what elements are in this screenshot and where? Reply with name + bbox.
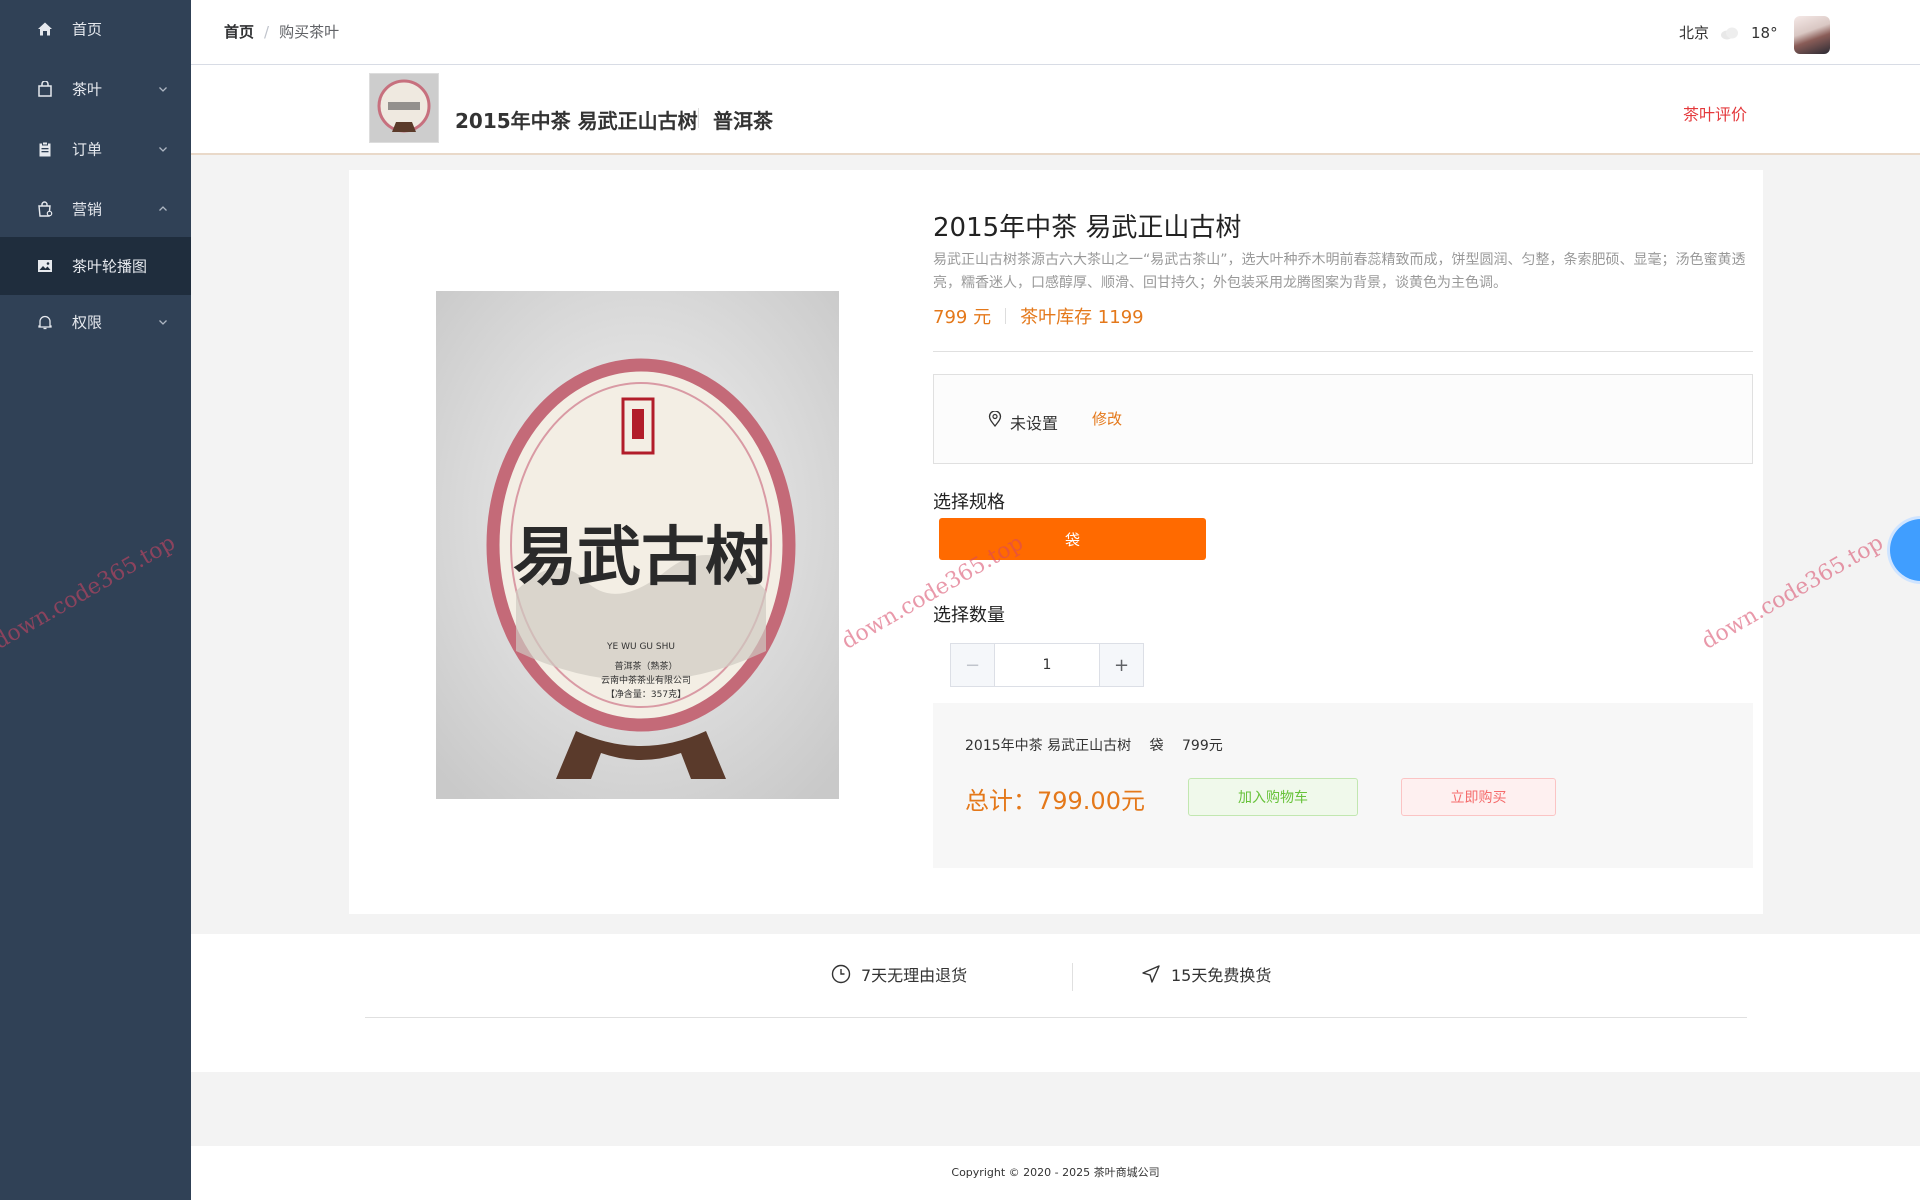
footer: Copyright © 2020 - 2025 茶叶商城公司: [191, 1146, 1920, 1200]
spec-option-bag[interactable]: 袋: [939, 518, 1206, 560]
service-guarantees: 7天无理由退货 15天免费换货: [191, 934, 1920, 1072]
avatar[interactable]: [1794, 16, 1830, 54]
breadcrumb-separator: /: [264, 22, 270, 41]
breadcrumb-current: 购买茶叶: [279, 23, 340, 41]
sidebar-item-marketing[interactable]: 营销: [0, 180, 191, 238]
service-exchange-label: 15天免费换货: [1171, 966, 1272, 985]
service-divider: [1072, 963, 1073, 991]
breadcrumb-home-link[interactable]: 首页: [224, 21, 254, 42]
clock-icon: [831, 964, 851, 984]
spec-label: 选择规格: [933, 492, 1005, 513]
price-divider: [1005, 308, 1007, 324]
order-summary: 2015年中茶 易武正山古树 袋 799元 总计：799.00元 加入购物车 立…: [933, 703, 1753, 868]
chevron-down-icon: [158, 84, 168, 94]
address-box: 未设置 修改: [933, 374, 1753, 464]
top-navbar: 首页 / 购买茶叶 北京 18°: [191, 0, 1920, 65]
weather-temperature: 18°: [1751, 23, 1778, 42]
service-exchange: 15天免费换货: [1141, 962, 1271, 986]
product-image: YE WU GU SHU 普洱茶（熟茶） 云南中茶茶业有限公司 【净含量：357…: [436, 291, 839, 799]
summary-product-name: 2015年中茶 易武正山古树: [965, 738, 1132, 754]
sidebar-item-label: 茶叶轮播图: [72, 257, 148, 276]
shopping-icon: [36, 200, 54, 218]
sidebar-item-label: 权限: [72, 313, 103, 332]
company-label: 云南中茶茶业有限公司: [601, 674, 691, 686]
header-divider: [698, 108, 699, 128]
net-weight-label: 【净含量：357克】: [606, 688, 686, 700]
sidebar: 首页 茶叶 订单 营销 茶叶轮播图 权限: [0, 0, 191, 1200]
edit-address-link[interactable]: 修改: [1092, 408, 1122, 429]
picture-icon: [36, 257, 54, 275]
summary-price: 799元: [1182, 738, 1223, 754]
price-row: 799 元 茶叶库存 1199: [933, 303, 1144, 329]
tea-review-link[interactable]: 茶叶评价: [1683, 101, 1747, 125]
product-stock: 茶叶库存 1199: [1020, 307, 1144, 328]
bell-icon: [36, 313, 54, 331]
sidebar-item-orders[interactable]: 订单: [0, 120, 191, 178]
service-return-label: 7天无理由退货: [861, 966, 968, 985]
tea-type-label: 普洱茶（熟茶）: [614, 660, 677, 672]
summary-line: 2015年中茶 易武正山古树 袋 799元: [965, 735, 1237, 755]
sidebar-item-permission[interactable]: 权限: [0, 293, 191, 351]
product-description: 易武正山古树茶源古六大茶山之一“易武古茶山”，选大叶种乔木明前春蕊精致而成，饼型…: [933, 252, 1746, 291]
product-price: 799 元: [933, 307, 992, 328]
product-thumbnail: [369, 73, 439, 143]
sidebar-item-tea[interactable]: 茶叶: [0, 60, 191, 118]
quantity-input[interactable]: 1: [995, 644, 1099, 686]
decrease-quantity-button[interactable]: −: [951, 644, 995, 686]
copyright-text: Copyright © 2020 - 2025 茶叶商城公司: [951, 1166, 1160, 1179]
address-text: 未设置: [1010, 414, 1059, 433]
chevron-down-icon: [158, 317, 168, 327]
sidebar-item-label: 订单: [72, 140, 103, 159]
quantity-label: 选择数量: [933, 605, 1005, 626]
summary-spec: 袋: [1149, 738, 1164, 754]
quantity-stepper: − 1 +: [950, 643, 1144, 687]
location-pin-icon: [988, 410, 1002, 428]
sidebar-item-label: 营销: [72, 200, 103, 219]
bag-icon: [36, 80, 54, 98]
clipboard-icon: [36, 140, 54, 158]
navigation-arrow-icon: [1141, 964, 1161, 984]
home-icon: [36, 20, 54, 38]
service-return: 7天无理由退货: [831, 962, 967, 986]
product-header: 2015年中茶 易武正山古树 普洱茶 茶叶评价: [191, 65, 1920, 155]
product-detail-card: YE WU GU SHU 普洱茶（熟茶） 云南中茶茶业有限公司 【净含量：357…: [349, 170, 1763, 914]
product-category: 普洱茶: [713, 109, 773, 133]
weather-city: 北京: [1679, 24, 1710, 42]
tea-cake-calligraphy: 易武古树: [513, 520, 769, 595]
floating-tool-button[interactable]: [1890, 519, 1920, 581]
sidebar-item-carousel[interactable]: 茶叶轮播图: [0, 237, 191, 295]
product-header-title: 2015年中茶 易武正山古树: [455, 109, 698, 133]
cloud-icon: [1719, 26, 1741, 40]
total-price: 总计：799.00元: [965, 787, 1145, 815]
divider: [365, 1017, 1747, 1018]
chevron-down-icon: [158, 144, 168, 154]
pinyin-label: YE WU GU SHU: [606, 642, 675, 652]
sidebar-item-label: 茶叶: [72, 80, 103, 99]
divider: [933, 351, 1753, 352]
add-to-cart-button[interactable]: 加入购物车: [1188, 778, 1358, 816]
buy-now-button[interactable]: 立即购买: [1401, 778, 1556, 816]
increase-quantity-button[interactable]: +: [1099, 644, 1143, 686]
breadcrumb: 首页 / 购买茶叶: [224, 21, 339, 42]
weather-widget: 北京 18°: [1679, 22, 1778, 43]
sidebar-item-label: 首页: [72, 20, 103, 39]
product-name: 2015年中茶 易武正山古树: [933, 213, 1242, 243]
sidebar-item-home[interactable]: 首页: [0, 0, 191, 58]
chevron-up-icon: [158, 204, 168, 214]
